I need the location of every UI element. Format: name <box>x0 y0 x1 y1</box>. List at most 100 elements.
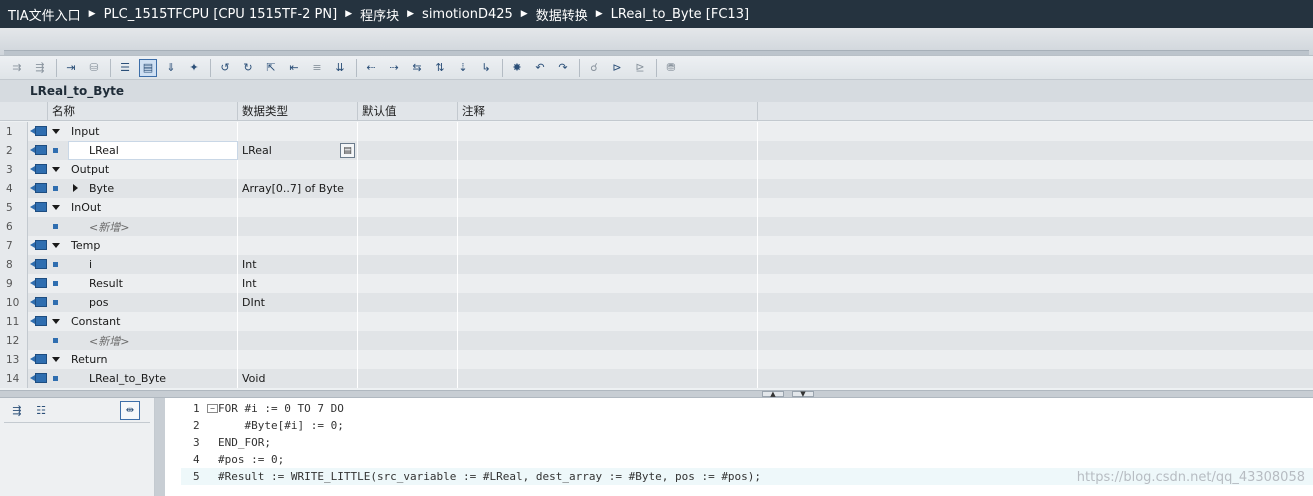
code-text[interactable]: END_FOR; <box>218 436 271 449</box>
cmt-cell[interactable] <box>458 160 758 179</box>
delete-breakpoint-icon[interactable]: ↻ <box>239 59 257 77</box>
code-line[interactable]: 4 #pos := 0; <box>181 451 1313 468</box>
compare-icon[interactable]: ⇊ <box>331 59 349 77</box>
comment-icon[interactable]: ⇆ <box>408 59 426 77</box>
go-to-icon[interactable]: ⇱ <box>262 59 280 77</box>
rest-cell[interactable] <box>758 122 1313 141</box>
def-cell[interactable] <box>358 350 458 369</box>
rest-cell[interactable] <box>758 160 1313 179</box>
parameter-name[interactable]: Temp <box>71 236 100 255</box>
rest-cell[interactable] <box>758 331 1313 350</box>
type-cell[interactable] <box>238 236 358 255</box>
breadcrumb-item[interactable]: TIA文件入口 <box>8 5 81 24</box>
name-cell[interactable] <box>28 179 238 198</box>
table-row[interactable]: 14 Void LReal_to_Byte <box>0 369 1313 388</box>
bookmark-icon[interactable]: ⇣ <box>454 59 472 77</box>
def-cell[interactable] <box>358 293 458 312</box>
type-cell[interactable] <box>238 217 358 236</box>
fold-toggle-icon[interactable]: − <box>207 404 218 413</box>
collapse-arrow-icon[interactable] <box>52 319 60 324</box>
table-row[interactable]: 5 InOut <box>0 198 1313 217</box>
cmt-cell[interactable] <box>458 293 758 312</box>
table-row[interactable]: 11 Constant <box>0 312 1313 331</box>
favorites-icon[interactable]: ✦ <box>185 59 203 77</box>
collapse-arrow-icon[interactable] <box>52 357 60 362</box>
parameter-name[interactable]: Constant <box>71 312 120 331</box>
insert-row-icon[interactable]: ⇥ <box>62 59 80 77</box>
rest-cell[interactable] <box>758 179 1313 198</box>
indent-icon[interactable]: ⇠ <box>362 59 380 77</box>
next-icon[interactable]: ↳ <box>477 59 495 77</box>
rest-cell[interactable] <box>758 350 1313 369</box>
cmt-cell[interactable] <box>458 122 758 141</box>
code-text[interactable]: #pos := 0; <box>218 453 284 466</box>
def-cell[interactable] <box>358 312 458 331</box>
add-new-placeholder[interactable]: <新增> <box>89 217 129 236</box>
previous-icon[interactable]: ⇤ <box>285 59 303 77</box>
rest-cell[interactable] <box>758 141 1313 160</box>
pane-splitter[interactable]: ▲ ▼ <box>0 390 1313 398</box>
table-row[interactable]: 3 Output <box>0 160 1313 179</box>
breadcrumb-item-current[interactable]: LReal_to_Byte [FC13] <box>611 7 749 22</box>
cmt-cell[interactable] <box>458 198 758 217</box>
table-row[interactable]: 4 Array[0..7] of Byte Byte <box>0 179 1313 198</box>
rest-cell[interactable] <box>758 312 1313 331</box>
collapse-arrow-icon[interactable] <box>52 205 60 210</box>
table-row[interactable]: 8 Int i <box>0 255 1313 274</box>
type-cell[interactable] <box>238 331 358 350</box>
table-row[interactable]: 2 LReal ▤ LReal <box>0 141 1313 160</box>
set-breakpoint-icon[interactable]: ↺ <box>216 59 234 77</box>
def-cell[interactable] <box>358 331 458 350</box>
def-cell[interactable] <box>358 369 458 388</box>
cross-ref-compare-icon[interactable]: ⊵ <box>631 59 649 77</box>
cmt-cell[interactable] <box>458 217 758 236</box>
collapse-arrow-icon[interactable] <box>52 167 60 172</box>
def-cell[interactable] <box>358 179 458 198</box>
table-row[interactable]: 13 Return <box>0 350 1313 369</box>
def-cell[interactable] <box>358 141 458 160</box>
column-header-name[interactable]: 名称 <box>48 102 238 121</box>
monitoring-icon[interactable]: ☌ <box>585 59 603 77</box>
rest-cell[interactable] <box>758 274 1313 293</box>
type-cell[interactable]: Int <box>238 255 358 274</box>
uncomment-icon[interactable]: ⇅ <box>431 59 449 77</box>
table-row[interactable]: 12 <新增> <box>0 331 1313 350</box>
cmt-cell[interactable] <box>458 179 758 198</box>
expand-arrow-icon[interactable] <box>73 184 78 192</box>
collapse-up-button[interactable]: ▲ <box>762 391 784 398</box>
type-cell[interactable]: DInt <box>238 293 358 312</box>
code-line[interactable]: 3 END_FOR; <box>181 434 1313 451</box>
def-cell[interactable] <box>358 198 458 217</box>
parameter-name[interactable]: Result <box>89 274 123 293</box>
cmt-cell[interactable] <box>458 312 758 331</box>
table-row[interactable]: 1 Input <box>0 122 1313 141</box>
cmt-cell[interactable] <box>458 369 758 388</box>
parameter-name[interactable]: pos <box>89 293 108 312</box>
type-cell[interactable] <box>238 312 358 331</box>
def-cell[interactable] <box>358 236 458 255</box>
cmt-cell[interactable] <box>458 141 758 160</box>
code-text[interactable]: FOR #i := 0 TO 7 DO <box>218 402 344 415</box>
breadcrumb-item[interactable]: 数据转换 <box>536 5 588 24</box>
type-cell[interactable]: Void <box>238 369 358 388</box>
type-cell[interactable]: Int <box>238 274 358 293</box>
cross-ref-icon[interactable]: ≡ <box>308 59 326 77</box>
insert-network-icon[interactable]: ⇉ <box>8 59 26 77</box>
next-bookmark-icon[interactable]: ↶ <box>531 59 549 77</box>
collapse-arrow-icon[interactable] <box>52 129 60 134</box>
rest-cell[interactable] <box>758 369 1313 388</box>
code-text[interactable]: #Result := WRITE_LITTLE(src_variable := … <box>218 470 761 483</box>
collapse-down-button[interactable]: ▼ <box>792 391 814 398</box>
code-text[interactable]: #Byte[#i] := 0; <box>218 419 343 432</box>
database-icon[interactable]: ⛃ <box>662 59 680 77</box>
prev-bookmark-icon[interactable]: ✸ <box>508 59 526 77</box>
column-header-default[interactable]: 默认值 <box>358 102 458 121</box>
def-cell[interactable] <box>358 122 458 141</box>
code-line[interactable]: 1− FOR #i := 0 TO 7 DO <box>181 400 1313 417</box>
type-cell[interactable] <box>238 122 358 141</box>
code-line[interactable]: 2 #Byte[#i] := 0; <box>181 417 1313 434</box>
parameter-name[interactable]: Output <box>71 160 109 179</box>
name-cell[interactable] <box>28 274 238 293</box>
def-cell[interactable] <box>358 255 458 274</box>
collapse-strip[interactable] <box>4 50 1309 55</box>
